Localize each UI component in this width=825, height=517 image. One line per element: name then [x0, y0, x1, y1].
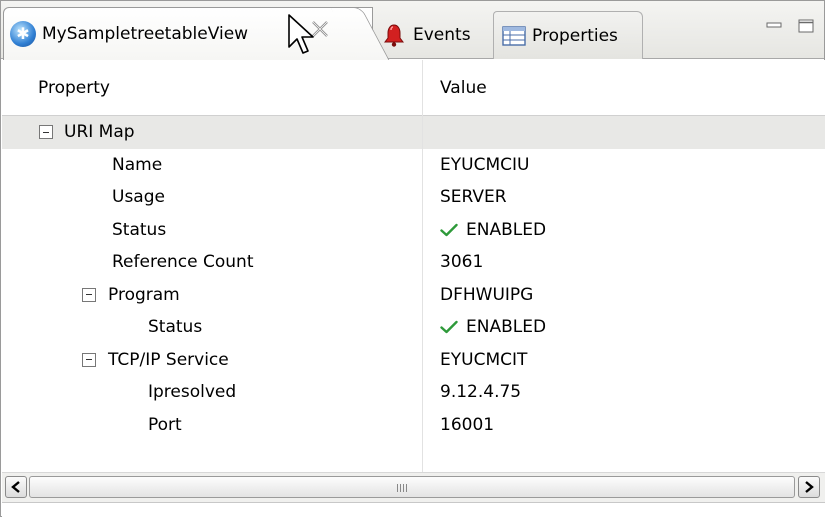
row-property: URI Map: [64, 122, 135, 142]
row-property: Port: [148, 414, 182, 435]
row-value: 9.12.4.75: [440, 382, 522, 402]
check-icon: [440, 223, 458, 236]
tab-properties-label: Properties: [532, 25, 618, 46]
table-row[interactable]: Reference Count 3061: [2, 246, 825, 279]
tab-events[interactable]: Events: [381, 11, 489, 59]
table-header: Property Value: [2, 60, 825, 116]
status-text: ENABLED: [466, 317, 547, 337]
tab-mysampletreetableview-label: MySampletreetableView: [42, 24, 249, 44]
row-value-status: ENABLED: [440, 317, 546, 337]
row-property: Usage: [112, 187, 165, 207]
table-row[interactable]: Name EYUCMCIU: [2, 149, 825, 182]
collapse-toggle-icon[interactable]: [39, 125, 53, 139]
arrow-left-icon: [11, 481, 20, 493]
scrollbar-thumb[interactable]: [29, 476, 795, 498]
table-row[interactable]: Ipresolved 9.12.4.75: [2, 376, 825, 409]
mouse-cursor-icon: [288, 14, 314, 54]
collapse-toggle-icon[interactable]: [82, 352, 96, 367]
collapse-toggle-icon[interactable]: [82, 287, 96, 302]
row-property: Status: [148, 317, 203, 337]
table-row[interactable]: Port 16001: [2, 409, 825, 442]
bottom-border: [2, 502, 825, 517]
check-icon: [440, 320, 458, 334]
tab-bar: ✱ MySampletreetableView Events Propertie…: [1, 1, 824, 60]
scroll-right-button[interactable]: [798, 476, 820, 498]
row-property: Name: [112, 154, 163, 175]
table-row[interactable]: Status ENABLED: [2, 311, 825, 344]
maximize-icon[interactable]: [798, 19, 814, 33]
table-row[interactable]: TCP/IP Service EYUCMCIT: [2, 344, 825, 377]
row-value-status: ENABLED: [440, 220, 546, 240]
column-header-property[interactable]: Property: [38, 78, 110, 98]
table-row[interactable]: Status ENABLED: [2, 214, 825, 247]
row-property: Status: [112, 219, 167, 240]
arrow-right-icon: [805, 481, 814, 493]
value-column-divider: [422, 60, 423, 472]
row-value: SERVER: [440, 187, 507, 207]
table-row[interactable]: Usage SERVER: [2, 181, 825, 214]
bell-icon: [384, 24, 404, 47]
row-value: DFHWUIPG: [440, 284, 534, 305]
tab-properties[interactable]: Properties: [493, 11, 643, 59]
row-property: Program: [108, 284, 180, 305]
row-value: 3061: [440, 252, 484, 272]
tree-table-view-window: ✱ MySampletreetableView Events Propertie…: [0, 0, 825, 517]
row-value: EYUCMCIT: [440, 349, 528, 370]
row-value: EYUCMCIU: [440, 154, 530, 175]
table-row[interactable]: URI Map: [2, 116, 825, 149]
row-property: Reference Count: [112, 252, 254, 272]
row-value: 16001: [440, 414, 495, 435]
tab-events-label: Events: [413, 25, 471, 45]
properties-table-icon: [502, 25, 526, 46]
scroll-left-button[interactable]: [5, 476, 27, 498]
row-property: TCP/IP Service: [108, 349, 229, 370]
tree-table: Property Value URI Map Name EYUCMCIU Usa…: [2, 60, 825, 472]
column-header-value[interactable]: Value: [440, 78, 487, 98]
status-text: ENABLED: [466, 219, 547, 240]
view-icon: ✱: [10, 21, 36, 47]
table-row[interactable]: Program DFHWUIPG: [2, 279, 825, 312]
row-property: Ipresolved: [148, 382, 237, 402]
minimize-icon[interactable]: [766, 19, 782, 33]
horizontal-scrollbar[interactable]: [2, 472, 825, 502]
grip-icon: [397, 484, 409, 492]
